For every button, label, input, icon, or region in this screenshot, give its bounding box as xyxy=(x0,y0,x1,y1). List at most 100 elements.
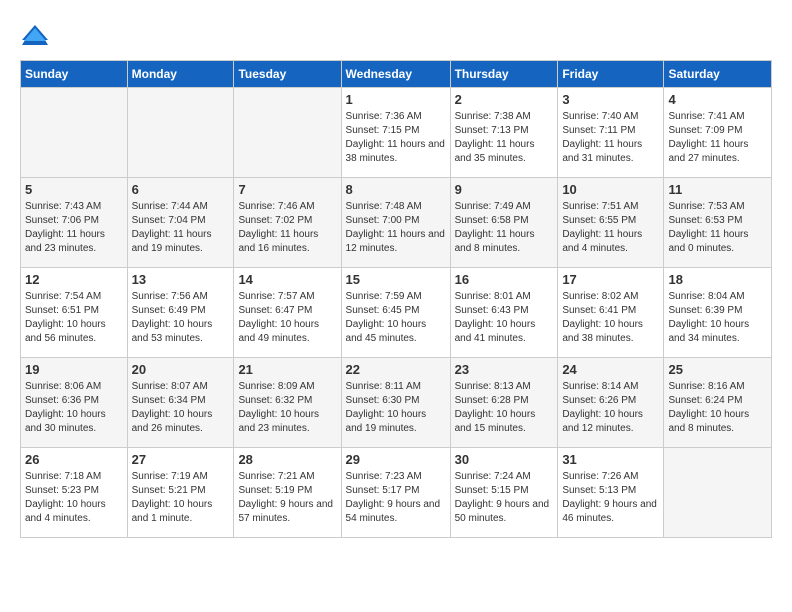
day-number: 19 xyxy=(25,362,123,377)
day-info: Sunrise: 8:09 AMSunset: 6:32 PMDaylight:… xyxy=(238,380,336,436)
day-info: Sunrise: 7:43 AMSunset: 7:06 PMDaylight:… xyxy=(25,200,123,256)
day-number: 13 xyxy=(132,272,230,287)
logo xyxy=(20,20,54,50)
day-number: 2 xyxy=(455,92,554,107)
calendar-cell xyxy=(127,88,234,178)
day-info: Sunrise: 7:19 AMSunset: 5:21 PMDaylight:… xyxy=(132,470,230,526)
calendar-cell: 31 Sunrise: 7:26 AMSunset: 5:13 PMDayligh… xyxy=(558,448,664,538)
calendar-cell: 30 Sunrise: 7:24 AMSunset: 5:15 PMDayligh… xyxy=(450,448,558,538)
day-number: 4 xyxy=(668,92,767,107)
day-info: Sunrise: 8:11 AMSunset: 6:30 PMDaylight:… xyxy=(346,380,446,436)
calendar-cell: 15 Sunrise: 7:59 AMSunset: 6:45 PMDayligh… xyxy=(341,268,450,358)
calendar-cell: 18 Sunrise: 8:04 AMSunset: 6:39 PMDayligh… xyxy=(664,268,772,358)
day-info: Sunrise: 7:24 AMSunset: 5:15 PMDaylight:… xyxy=(455,470,554,526)
day-number: 23 xyxy=(455,362,554,377)
page-header xyxy=(20,20,772,50)
day-number: 15 xyxy=(346,272,446,287)
day-number: 1 xyxy=(346,92,446,107)
day-number: 27 xyxy=(132,452,230,467)
calendar-cell: 28 Sunrise: 7:21 AMSunset: 5:19 PMDayligh… xyxy=(234,448,341,538)
day-number: 29 xyxy=(346,452,446,467)
day-number: 17 xyxy=(562,272,659,287)
weekday-header: Sunday xyxy=(21,61,128,88)
day-number: 20 xyxy=(132,362,230,377)
calendar-week-row: 1 Sunrise: 7:36 AMSunset: 7:15 PMDaylight… xyxy=(21,88,772,178)
day-number: 14 xyxy=(238,272,336,287)
calendar-cell: 26 Sunrise: 7:18 AMSunset: 5:23 PMDayligh… xyxy=(21,448,128,538)
calendar-cell: 29 Sunrise: 7:23 AMSunset: 5:17 PMDayligh… xyxy=(341,448,450,538)
day-number: 30 xyxy=(455,452,554,467)
calendar-cell: 6 Sunrise: 7:44 AMSunset: 7:04 PMDaylight… xyxy=(127,178,234,268)
day-info: Sunrise: 8:16 AMSunset: 6:24 PMDaylight:… xyxy=(668,380,767,436)
calendar-header-row: SundayMondayTuesdayWednesdayThursdayFrid… xyxy=(21,61,772,88)
day-info: Sunrise: 7:36 AMSunset: 7:15 PMDaylight:… xyxy=(346,110,446,166)
calendar-cell: 23 Sunrise: 8:13 AMSunset: 6:28 PMDayligh… xyxy=(450,358,558,448)
day-info: Sunrise: 8:13 AMSunset: 6:28 PMDaylight:… xyxy=(455,380,554,436)
day-info: Sunrise: 8:02 AMSunset: 6:41 PMDaylight:… xyxy=(562,290,659,346)
calendar-cell xyxy=(21,88,128,178)
calendar-cell: 4 Sunrise: 7:41 AMSunset: 7:09 PMDaylight… xyxy=(664,88,772,178)
calendar-cell: 21 Sunrise: 8:09 AMSunset: 6:32 PMDayligh… xyxy=(234,358,341,448)
day-number: 18 xyxy=(668,272,767,287)
calendar-cell: 22 Sunrise: 8:11 AMSunset: 6:30 PMDayligh… xyxy=(341,358,450,448)
weekday-header: Wednesday xyxy=(341,61,450,88)
day-number: 16 xyxy=(455,272,554,287)
calendar-cell: 7Sunrise: 7:46 AMSunset: 7:02 PMDaylight… xyxy=(234,178,341,268)
day-info: Sunrise: 7:41 AMSunset: 7:09 PMDaylight:… xyxy=(668,110,767,166)
calendar-cell: 1 Sunrise: 7:36 AMSunset: 7:15 PMDaylight… xyxy=(341,88,450,178)
day-info: Sunrise: 8:04 AMSunset: 6:39 PMDaylight:… xyxy=(668,290,767,346)
day-info: Sunrise: 7:48 AMSunset: 7:00 PMDaylight:… xyxy=(346,200,446,256)
day-number: 26 xyxy=(25,452,123,467)
weekday-header: Thursday xyxy=(450,61,558,88)
calendar-cell: 3 Sunrise: 7:40 AMSunset: 7:11 PMDaylight… xyxy=(558,88,664,178)
day-number: 3 xyxy=(562,92,659,107)
calendar-cell: 24Sunrise: 8:14 AMSunset: 6:26 PMDayligh… xyxy=(558,358,664,448)
day-info: Sunrise: 7:40 AMSunset: 7:11 PMDaylight:… xyxy=(562,110,659,166)
day-info: Sunrise: 7:18 AMSunset: 5:23 PMDaylight:… xyxy=(25,470,123,526)
calendar-cell: 25 Sunrise: 8:16 AMSunset: 6:24 PMDayligh… xyxy=(664,358,772,448)
calendar-week-row: 26 Sunrise: 7:18 AMSunset: 5:23 PMDayligh… xyxy=(21,448,772,538)
day-info: Sunrise: 7:23 AMSunset: 5:17 PMDaylight:… xyxy=(346,470,446,526)
calendar-cell: 9 Sunrise: 7:49 AMSunset: 6:58 PMDaylight… xyxy=(450,178,558,268)
calendar-cell: 8 Sunrise: 7:48 AMSunset: 7:00 PMDaylight… xyxy=(341,178,450,268)
calendar-cell: 5Sunrise: 7:43 AMSunset: 7:06 PMDaylight… xyxy=(21,178,128,268)
day-info: Sunrise: 7:54 AMSunset: 6:51 PMDaylight:… xyxy=(25,290,123,346)
weekday-header: Friday xyxy=(558,61,664,88)
day-info: Sunrise: 7:56 AMSunset: 6:49 PMDaylight:… xyxy=(132,290,230,346)
day-number: 12 xyxy=(25,272,123,287)
day-info: Sunrise: 7:59 AMSunset: 6:45 PMDaylight:… xyxy=(346,290,446,346)
calendar-cell: 27 Sunrise: 7:19 AMSunset: 5:21 PMDayligh… xyxy=(127,448,234,538)
calendar-cell: 13 Sunrise: 7:56 AMSunset: 6:49 PMDayligh… xyxy=(127,268,234,358)
calendar-table: SundayMondayTuesdayWednesdayThursdayFrid… xyxy=(20,60,772,538)
day-number: 22 xyxy=(346,362,446,377)
calendar-cell: 11Sunrise: 7:53 AMSunset: 6:53 PMDayligh… xyxy=(664,178,772,268)
calendar-cell: 14Sunrise: 7:57 AMSunset: 6:47 PMDayligh… xyxy=(234,268,341,358)
day-number: 31 xyxy=(562,452,659,467)
day-number: 21 xyxy=(238,362,336,377)
calendar-cell: 10Sunrise: 7:51 AMSunset: 6:55 PMDayligh… xyxy=(558,178,664,268)
day-info: Sunrise: 8:14 AMSunset: 6:26 PMDaylight:… xyxy=(562,380,659,436)
day-number: 28 xyxy=(238,452,336,467)
day-info: Sunrise: 8:07 AMSunset: 6:34 PMDaylight:… xyxy=(132,380,230,436)
day-number: 8 xyxy=(346,182,446,197)
calendar-week-row: 5Sunrise: 7:43 AMSunset: 7:06 PMDaylight… xyxy=(21,178,772,268)
day-number: 6 xyxy=(132,182,230,197)
day-number: 11 xyxy=(668,182,767,197)
calendar-cell: 20 Sunrise: 8:07 AMSunset: 6:34 PMDayligh… xyxy=(127,358,234,448)
calendar-week-row: 12 Sunrise: 7:54 AMSunset: 6:51 PMDayligh… xyxy=(21,268,772,358)
day-number: 25 xyxy=(668,362,767,377)
weekday-header: Saturday xyxy=(664,61,772,88)
day-info: Sunrise: 7:21 AMSunset: 5:19 PMDaylight:… xyxy=(238,470,336,526)
day-info: Sunrise: 7:49 AMSunset: 6:58 PMDaylight:… xyxy=(455,200,554,256)
calendar-cell: 19Sunrise: 8:06 AMSunset: 6:36 PMDayligh… xyxy=(21,358,128,448)
day-info: Sunrise: 7:44 AMSunset: 7:04 PMDaylight:… xyxy=(132,200,230,256)
calendar-cell: 12 Sunrise: 7:54 AMSunset: 6:51 PMDayligh… xyxy=(21,268,128,358)
day-number: 9 xyxy=(455,182,554,197)
day-info: Sunrise: 7:26 AMSunset: 5:13 PMDaylight:… xyxy=(562,470,659,526)
calendar-cell: 16 Sunrise: 8:01 AMSunset: 6:43 PMDayligh… xyxy=(450,268,558,358)
day-info: Sunrise: 7:38 AMSunset: 7:13 PMDaylight:… xyxy=(455,110,554,166)
calendar-week-row: 19Sunrise: 8:06 AMSunset: 6:36 PMDayligh… xyxy=(21,358,772,448)
day-number: 10 xyxy=(562,182,659,197)
day-info: Sunrise: 8:01 AMSunset: 6:43 PMDaylight:… xyxy=(455,290,554,346)
calendar-cell xyxy=(664,448,772,538)
